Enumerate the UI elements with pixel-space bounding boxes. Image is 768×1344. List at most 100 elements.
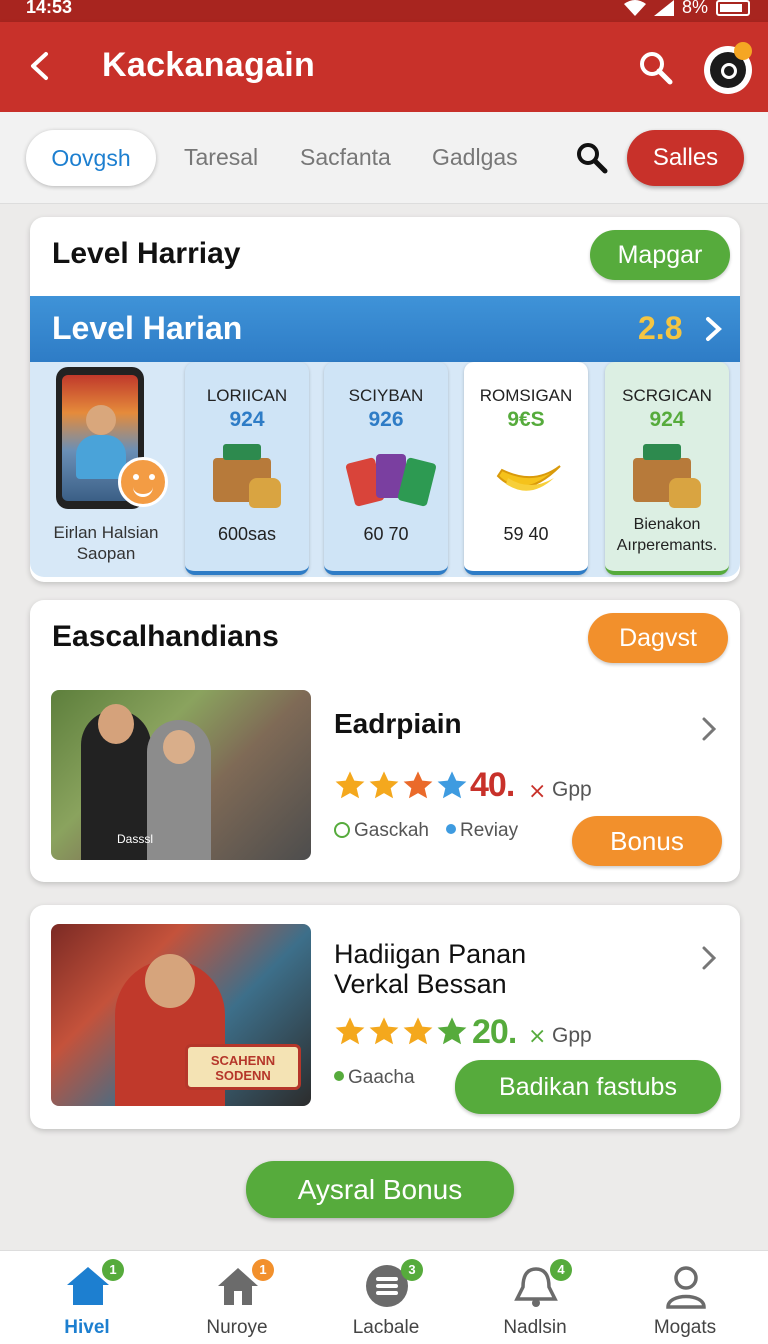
photo-sign: SCAHENN SODENN: [185, 1044, 301, 1090]
close-x-icon: ⨯: [528, 778, 547, 803]
sales-button[interactable]: Salles: [627, 130, 744, 186]
reward-quantity: Bienakon Aırperemants.: [616, 516, 718, 554]
dot-icon: [334, 1071, 344, 1081]
nav-label: Hivel: [64, 1317, 110, 1338]
photo-caption: Dasssl: [117, 832, 154, 846]
star-rating: [334, 1016, 468, 1048]
app-bar: Kackanagain: [0, 22, 768, 112]
reward-quantity: 59 40: [503, 524, 549, 544]
event-tag: Gasckah: [334, 820, 429, 842]
nav-label: Lacbale: [352, 1317, 420, 1338]
card-pack-icon: [345, 454, 437, 510]
events-card-heading: Eascalhandians: [52, 620, 279, 653]
reward-card[interactable]: LORIICAN 924 600sas: [185, 362, 309, 575]
tab-oovgsh[interactable]: Oovgsh: [26, 130, 156, 186]
nav-nuroye[interactable]: 1 Nuroye: [182, 1259, 292, 1343]
reward-card[interactable]: SCRGICAN 924 Bienakon Aırperemants.: [605, 362, 729, 575]
chevron-right-icon: [706, 317, 722, 341]
profile-avatar[interactable]: [704, 42, 752, 94]
rating-unit: Gpp: [552, 778, 592, 801]
player-name: Eirlan Halsian Saopan: [53, 523, 159, 563]
status-bar: 14:53 8%: [0, 0, 768, 22]
badikan-button[interactable]: Badikan fastubs: [455, 1060, 721, 1114]
reward-quantity: 600sas: [217, 524, 277, 544]
bottom-nav: 1 Hivel 1 Nuroye 3 Lacbale 4 Nadlsin Mog…: [0, 1250, 768, 1344]
reward-name: ROMSIGAN: [479, 386, 573, 405]
event-rating: 40.: [470, 766, 515, 804]
event-photo[interactable]: Dasssl: [51, 690, 311, 860]
star-icon: [403, 1017, 433, 1045]
nav-badge: 4: [550, 1259, 572, 1281]
nav-lacbale[interactable]: 3 Lacbale: [331, 1259, 441, 1343]
star-icon: [369, 1017, 399, 1045]
app-title: Kackanagain: [102, 46, 316, 84]
banner-title: Level Harian: [52, 310, 243, 346]
star-icon: [335, 771, 365, 799]
chevron-right-icon[interactable]: [700, 716, 718, 742]
nav-badge: 3: [401, 1259, 423, 1281]
offer-card: SCAHENN SODENN Hadiigan Panan Verkal Bes…: [30, 905, 740, 1129]
aysral-bonus-button[interactable]: Aysral Bonus: [246, 1161, 514, 1218]
nav-nadlsin[interactable]: 4 Nadlsin: [480, 1259, 590, 1343]
rating-unit: Gpp: [552, 1024, 592, 1047]
level-banner[interactable]: Level Harian 2.8: [30, 296, 740, 362]
banana-icon: [496, 465, 561, 491]
reward-code: 924: [229, 408, 265, 431]
offer-photo[interactable]: SCAHENN SODENN: [51, 924, 311, 1106]
circle-icon: [334, 822, 350, 838]
star-icon: [335, 1017, 365, 1045]
tab-sacfanta[interactable]: Sacfanta: [300, 144, 391, 171]
offer-tag: Gaacha: [334, 1067, 415, 1089]
reward-quantity: 60 70: [363, 524, 409, 544]
events-card: Eascalhandians Dagvst Dasssl Eadrpiain 4…: [30, 600, 740, 882]
reward-name: SCIYBAN: [348, 386, 424, 405]
bag-icon: [249, 478, 281, 508]
dot-icon: [446, 824, 456, 834]
battery-percent: 8%: [681, 0, 708, 17]
reward-name: SCRGICAN: [622, 386, 712, 405]
bonus-button[interactable]: Bonus: [572, 816, 722, 866]
dagvst-button[interactable]: Dagvst: [588, 613, 728, 663]
offer-title[interactable]: Hadiigan Panan Verkal Bessan: [334, 939, 526, 999]
nav-badge: 1: [102, 1259, 124, 1281]
star-icon: [437, 771, 467, 799]
nav-label: Nadlsin: [503, 1317, 567, 1338]
wifi-icon: [623, 0, 646, 16]
star-icon: [403, 771, 433, 799]
mapgar-button[interactable]: Mapgar: [590, 230, 730, 280]
battery-icon: [716, 0, 750, 16]
banner-value: 2.8: [638, 310, 683, 346]
notification-dot: [734, 42, 752, 60]
nav-label: Nuroye: [206, 1317, 268, 1338]
reward-code: 924: [649, 408, 685, 431]
status-time: 14:53: [26, 0, 73, 17]
status-indicators: 8%: [623, 0, 750, 18]
tab-gadlgas[interactable]: Gadlgas: [432, 144, 518, 171]
star-icon: [369, 771, 399, 799]
star-icon: [437, 1017, 467, 1045]
nav-mogats[interactable]: Mogats: [630, 1263, 740, 1343]
reward-code: 926: [368, 408, 404, 431]
nav-badge: 1: [252, 1259, 274, 1281]
reward-card[interactable]: ROMSIGAN 9€S 59 40: [464, 362, 588, 575]
star-rating: [334, 770, 468, 802]
nav-hivel[interactable]: 1 Hivel: [32, 1259, 142, 1343]
search-icon[interactable]: [636, 48, 676, 88]
chevron-right-icon[interactable]: [700, 945, 718, 971]
smiley-icon: [118, 457, 168, 507]
reward-name: LORIICAN: [206, 386, 288, 405]
reward-card[interactable]: SCIYBAN 926 60 70: [324, 362, 448, 575]
tab-search-icon[interactable]: [574, 140, 608, 174]
reward-code: 9€S: [507, 408, 545, 431]
level-card-heading: Level Harriay: [52, 237, 241, 270]
nav-label: Mogats: [653, 1317, 717, 1338]
user-icon: [666, 1266, 706, 1309]
bag-icon: [669, 478, 701, 508]
offer-rating: 20.: [472, 1013, 517, 1051]
event-tag: Reviay: [446, 820, 518, 842]
back-arrow-icon[interactable]: [22, 48, 58, 84]
tab-taresal[interactable]: Taresal: [184, 144, 258, 171]
close-x-icon: ⨯: [528, 1023, 547, 1048]
level-card: Level Harriay Mapgar Level Harian 2.8 Ei…: [30, 217, 740, 582]
event-title[interactable]: Eadrpiain: [334, 708, 462, 740]
